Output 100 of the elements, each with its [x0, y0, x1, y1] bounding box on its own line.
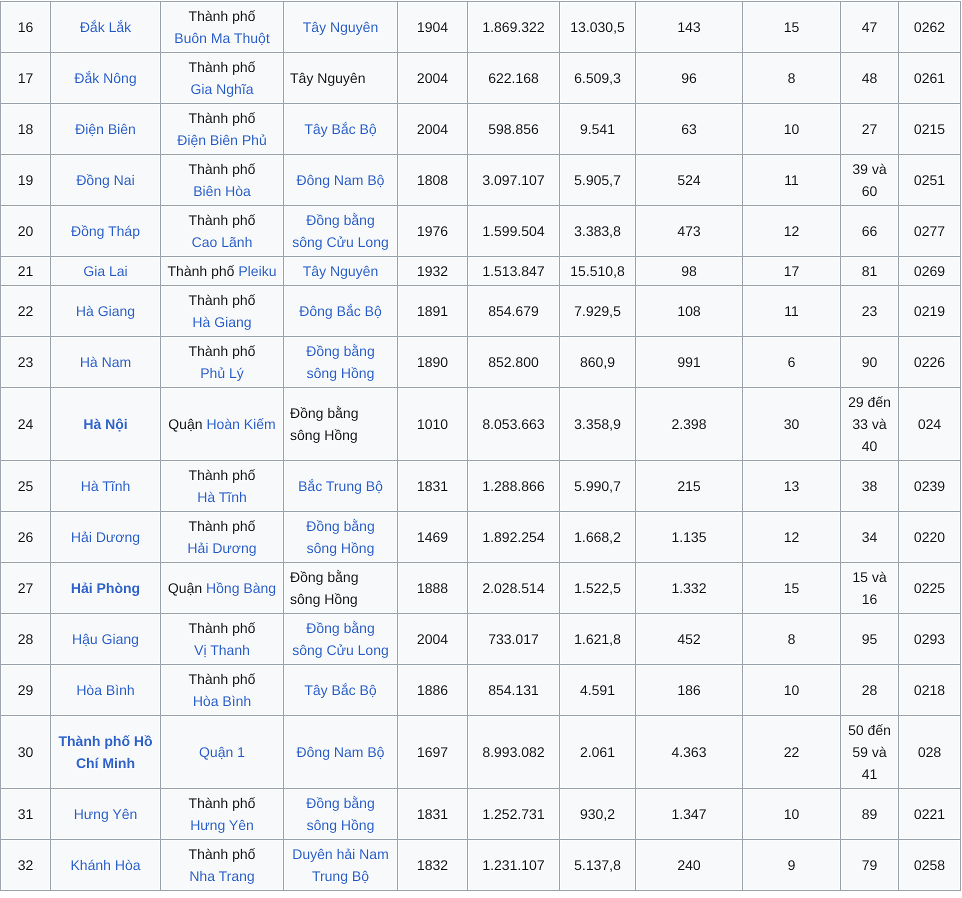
table-cell: 3.358,9	[560, 388, 636, 460]
table-cell: 23	[840, 286, 898, 336]
table-cell: 5.137,8	[560, 840, 636, 890]
table-cell: 215	[636, 460, 742, 512]
table-cell: 11	[742, 286, 840, 336]
capital-link[interactable]: Pleiku	[238, 263, 276, 279]
table-cell: 1.599.504	[468, 206, 560, 256]
table-cell: 8.053.663	[468, 388, 560, 460]
table-cell: 028	[898, 716, 960, 788]
capital-link[interactable]: Hà Giang	[192, 314, 252, 330]
table-cell: 1.892.254	[468, 512, 560, 562]
capital-text: Thành phố Nha Trang	[188, 846, 256, 884]
table-cell: 1.668,2	[560, 512, 636, 562]
table-cell: 63	[636, 104, 742, 154]
table-cell: 30	[742, 388, 840, 460]
capital-link[interactable]: Hoàn Kiếm	[206, 416, 276, 432]
table-cell: 4.363	[636, 716, 742, 788]
table-cell: 29 đến 33 và 40	[840, 388, 898, 460]
table-cell: 95	[840, 614, 898, 664]
capital-text: Thành phố Hòa Bình	[188, 671, 256, 709]
table-cell: 1.347	[636, 788, 742, 840]
capital-link[interactable]: Vị Thanh	[194, 642, 250, 658]
table-cell: 452	[636, 614, 742, 664]
capital-link[interactable]: Nha Trang	[189, 868, 255, 884]
table-cell: 1890	[398, 336, 468, 388]
capital-link[interactable]: Hưng Yên	[190, 817, 254, 833]
province-link[interactable]: Hà Tĩnh	[80, 475, 130, 497]
capital-link[interactable]: Phủ Lý	[200, 365, 244, 381]
table-cell: 930,2	[560, 788, 636, 840]
table-cell: 13.030,5	[560, 2, 636, 52]
table-cell: 0215	[898, 104, 960, 154]
table-cell: 1888	[398, 562, 468, 614]
table-cell: 10	[742, 664, 840, 716]
table-cell: 24	[0, 388, 50, 460]
table-cell: 622.168	[468, 52, 560, 104]
table-cell: 1.522,5	[560, 562, 636, 614]
table-cell: 12	[742, 512, 840, 562]
table-cell: 17	[0, 52, 50, 104]
table-cell: 108	[636, 286, 742, 336]
capital-text: Quận Hoàn Kiếm	[168, 416, 276, 432]
table-cell: 21	[0, 256, 50, 286]
table-cell: 524	[636, 154, 742, 206]
table-cell: 79	[840, 840, 898, 890]
table-cell: 18	[0, 104, 50, 154]
capital-link[interactable]: Hà Tĩnh	[197, 489, 247, 505]
table-cell: 0225	[898, 562, 960, 614]
table-cell: 0220	[898, 512, 960, 562]
capital-link[interactable]: Hòa Bình	[192, 693, 252, 709]
table-cell: 1808	[398, 154, 468, 206]
table-cell: 27	[840, 104, 898, 154]
capital-link[interactable]: Quận 1	[199, 744, 245, 760]
table-cell: 143	[636, 2, 742, 52]
table-cell: 860,9	[560, 336, 636, 388]
table-cell: 0258	[898, 840, 960, 890]
table-cell: 9.541	[560, 104, 636, 154]
table-cell: 1.869.322	[468, 2, 560, 52]
table-cell: 90	[840, 336, 898, 388]
table-cell: 0251	[898, 154, 960, 206]
table-cell: 28	[840, 664, 898, 716]
table-cell: 024	[898, 388, 960, 460]
table-cell: 2004	[398, 52, 468, 104]
table-cell: 0219	[898, 286, 960, 336]
province-link[interactable]: Hà Nội	[83, 413, 128, 435]
table-cell: 991	[636, 336, 742, 388]
capital-link[interactable]: Buôn Ma Thuột	[174, 30, 270, 46]
table-cell: 8	[742, 614, 840, 664]
table-cell: 29	[0, 664, 50, 716]
table-cell: 1.252.731	[468, 788, 560, 840]
table-cell: 50 đến 59 và 41	[840, 716, 898, 788]
table-cell: 22	[742, 716, 840, 788]
capital-link[interactable]: Hồng Bàng	[206, 580, 276, 596]
table-cell: Đồng bằng sông Hồng	[284, 562, 398, 614]
capital-text: Thành phố Buôn Ma Thuột	[174, 8, 270, 46]
table-cell: 186	[636, 664, 742, 716]
table-cell: 1831	[398, 788, 468, 840]
table-cell: 473	[636, 206, 742, 256]
table-cell: 15.510,8	[560, 256, 636, 286]
table-cell: 1.513.847	[468, 256, 560, 286]
table-cell: 0239	[898, 460, 960, 512]
table-cell: 12	[742, 206, 840, 256]
capital-link[interactable]: Cao Lãnh	[192, 234, 252, 250]
table-cell: 240	[636, 840, 742, 890]
table-cell: 1.288.866	[468, 460, 560, 512]
capital-text: Thành phố Hưng Yên	[188, 795, 256, 833]
table-cell: 10	[742, 104, 840, 154]
table-cell: 852.800	[468, 336, 560, 388]
capital-text: Thành phố Biên Hòa	[188, 161, 256, 199]
capital-link[interactable]: Biên Hòa	[193, 183, 251, 199]
table-cell: 1.621,8	[560, 614, 636, 664]
table-cell: 2.061	[560, 716, 636, 788]
table-cell: 6	[742, 336, 840, 388]
capital-text: Thành phố Hà Giang	[188, 292, 256, 330]
capital-link[interactable]: Gia Nghĩa	[190, 81, 254, 97]
table-cell: 0261	[898, 52, 960, 104]
table-cell: 2.398	[636, 388, 742, 460]
table-cell: 15	[742, 562, 840, 614]
capital-link[interactable]: Điện Biên Phủ	[177, 132, 267, 148]
table-cell: 48	[840, 52, 898, 104]
table-cell: 2.028.514	[468, 562, 560, 614]
capital-link[interactable]: Hải Dương	[187, 540, 257, 556]
